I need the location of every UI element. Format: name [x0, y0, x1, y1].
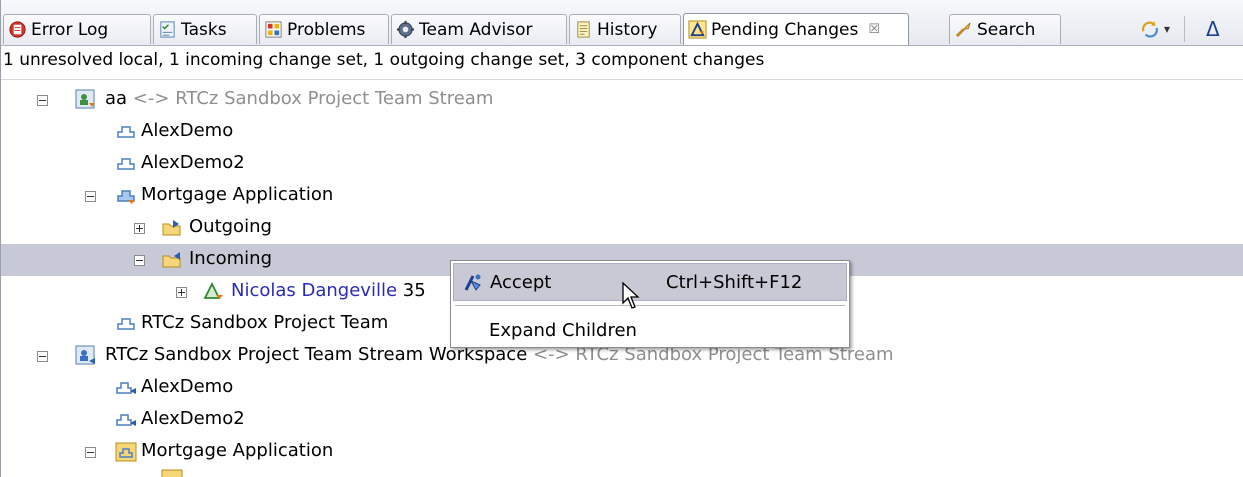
tab-history[interactable]: History: [569, 14, 681, 44]
component-label: RTCz Sandbox Project Team: [141, 312, 389, 333]
error-log-icon: [9, 21, 26, 38]
menu-item-label: Accept: [490, 271, 552, 293]
tree-row-partial: [1, 468, 1243, 477]
sync-button[interactable]: [1139, 16, 1161, 42]
component-changed-icon: [117, 190, 135, 204]
component-icon: [117, 318, 135, 330]
close-tab-icon[interactable]: ☒: [868, 22, 880, 37]
tab-label: Error Log: [31, 19, 109, 40]
menu-separator: [455, 305, 845, 306]
sync-dropdown-button[interactable]: ▾: [1164, 16, 1170, 42]
component-label: Mortgage Application: [141, 184, 334, 205]
collapse-toggle-icon[interactable]: [37, 95, 48, 106]
tab-label: Pending Changes: [711, 19, 859, 40]
workspace-icon: [75, 345, 95, 365]
context-menu: Accept Ctrl+Shift+F12 Expand Children: [450, 260, 850, 348]
menu-item-label: Expand Children: [489, 319, 637, 341]
folder-icon: [161, 469, 183, 477]
tab-label: Tasks: [181, 19, 227, 40]
collapse-toggle-icon[interactable]: [85, 191, 96, 202]
change-set-suffix: 35: [402, 280, 426, 301]
component-icon: [117, 158, 135, 170]
tasks-icon: [160, 21, 175, 38]
component-label: Mortgage Application: [141, 440, 334, 461]
outgoing-folder-icon: [162, 220, 181, 236]
tab-pending-changes[interactable]: Pending Changes ☒: [683, 13, 909, 45]
tab-problems[interactable]: Problems: [259, 14, 389, 44]
tab-tasks[interactable]: Tasks: [153, 14, 257, 44]
outgoing-label: Outgoing: [189, 216, 272, 237]
component-label: AlexDemo: [141, 120, 234, 141]
tab-team-advisor[interactable]: Team Advisor: [391, 14, 567, 44]
tab-search[interactable]: Search: [949, 14, 1061, 44]
delta-button[interactable]: Δ: [1206, 16, 1220, 42]
component-label: AlexDemo2: [141, 408, 245, 429]
tab-label: Team Advisor: [419, 19, 533, 40]
component-icon: [117, 126, 135, 138]
component-incoming-icon: [116, 382, 136, 394]
change-set-icon: [203, 281, 223, 299]
tree-row-component[interactable]: AlexDemo: [1, 116, 1243, 148]
component-folder-icon: [115, 442, 137, 462]
workspace-name: aa: [105, 88, 128, 109]
search-icon: [955, 22, 971, 38]
change-set-author: Nicolas Dangeville: [231, 280, 398, 301]
tab-label: Search: [977, 19, 1036, 40]
accept-icon: [464, 274, 481, 291]
incoming-label: Incoming: [189, 248, 272, 269]
tree-row-component-mortgage[interactable]: Mortgage Application: [1, 180, 1243, 212]
tree-row-component[interactable]: AlexDemo2: [1, 148, 1243, 180]
tab-error-log[interactable]: Error Log: [3, 14, 151, 44]
tab-label: Problems: [287, 19, 366, 40]
pending-changes-view: Error Log Tasks Problems Team Advisor Hi…: [0, 0, 1243, 477]
history-icon: [577, 21, 590, 38]
workspace-icon: [75, 89, 95, 109]
menu-item-shortcut: Ctrl+Shift+F12: [666, 271, 803, 293]
menu-item-expand-children[interactable]: Expand Children: [453, 311, 847, 349]
tree-row-component[interactable]: AlexDemo: [1, 372, 1243, 404]
collapse-toggle-icon[interactable]: [37, 351, 48, 362]
sync-icon: [1142, 21, 1158, 38]
view-tab-bar: Error Log Tasks Problems Team Advisor Hi…: [1, 0, 1243, 46]
menu-item-accept[interactable]: Accept Ctrl+Shift+F12: [453, 263, 847, 301]
tree-row-outgoing[interactable]: Outgoing: [1, 212, 1243, 244]
incoming-folder-icon: [162, 252, 181, 268]
tab-label: History: [597, 19, 658, 40]
problems-icon: [265, 21, 282, 38]
expand-toggle-icon[interactable]: [134, 223, 145, 234]
tree-row-component[interactable]: AlexDemo2: [1, 404, 1243, 436]
collapse-toggle-icon[interactable]: [134, 255, 145, 266]
tree-row-workspace-aa[interactable]: aa <-> RTCz Sandbox Project Team Stream: [1, 84, 1243, 116]
collapse-toggle-icon[interactable]: [85, 447, 96, 458]
flow-separator: <->: [132, 88, 170, 109]
component-label: AlexDemo2: [141, 152, 245, 173]
pending-changes-summary: 1 unresolved local, 1 incoming change se…: [1, 46, 1243, 80]
expand-toggle-icon[interactable]: [176, 287, 187, 298]
pending-changes-icon: [688, 20, 707, 39]
flow-target: RTCz Sandbox Project Team Stream: [175, 88, 494, 109]
toolbar-divider: [1184, 16, 1185, 42]
component-incoming-icon: [116, 414, 136, 426]
tree-row-component-mortgage[interactable]: Mortgage Application: [1, 436, 1243, 468]
component-label: AlexDemo: [141, 376, 234, 397]
mouse-pointer-icon: [622, 281, 640, 309]
team-advisor-icon: [396, 20, 415, 39]
